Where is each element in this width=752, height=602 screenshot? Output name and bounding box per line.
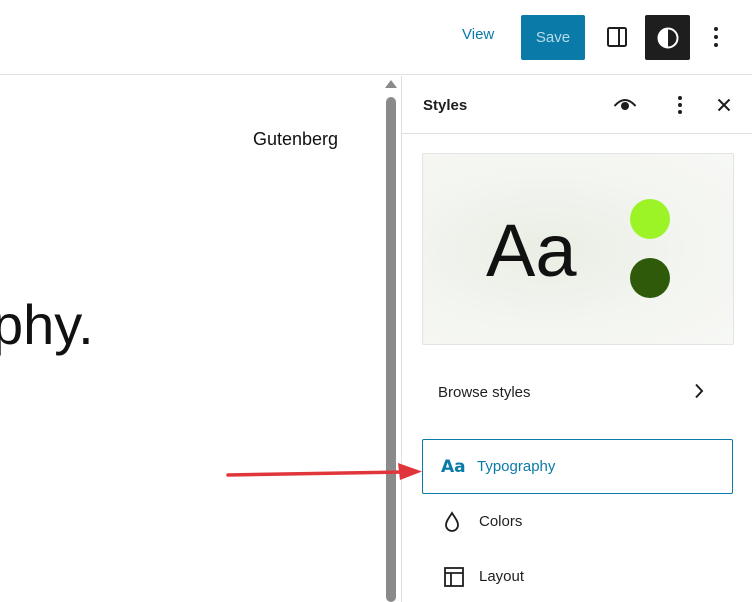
- droplet-icon: [443, 510, 479, 533]
- primary-color-swatch: [630, 199, 670, 239]
- options-button[interactable]: [703, 20, 729, 54]
- browse-styles-label: Browse styles: [438, 384, 531, 401]
- styles-toggle-button[interactable]: [645, 15, 690, 60]
- sidebar-toggle-icon: [607, 27, 627, 47]
- styles-sidebar: Styles Aa Browse styles Aa Typography Co…: [401, 76, 752, 602]
- eye-icon: [613, 99, 637, 110]
- typography-label: Typography: [477, 458, 556, 475]
- sidebar-header: Styles: [402, 76, 752, 134]
- scroll-up-arrow-icon[interactable]: [385, 80, 397, 88]
- layout-label: Layout: [479, 568, 525, 585]
- preview-sample-text: Aa: [486, 209, 577, 292]
- view-link[interactable]: View: [462, 26, 494, 43]
- scrollbar-thumb[interactable]: [386, 97, 396, 602]
- site-title[interactable]: Gutenberg: [253, 129, 338, 150]
- sidebar-options-button[interactable]: [668, 90, 692, 120]
- colors-label: Colors: [479, 513, 523, 530]
- annotation-arrow-icon: [226, 463, 422, 480]
- aa-icon: Aa: [441, 456, 466, 477]
- secondary-color-swatch: [630, 258, 670, 298]
- layout-icon: [443, 566, 479, 588]
- hero-heading-fragment[interactable]: phy.: [0, 297, 94, 353]
- half-contrast-icon: [657, 27, 678, 48]
- close-icon: [717, 98, 731, 112]
- editor-toolbar: View Save: [0, 0, 752, 75]
- style-preview[interactable]: Aa: [422, 153, 734, 345]
- typography-item[interactable]: Aa Typography: [422, 439, 733, 494]
- vertical-ellipsis-icon: [678, 96, 682, 114]
- colors-item[interactable]: Colors: [422, 494, 733, 549]
- browse-styles-item[interactable]: Browse styles: [422, 365, 733, 420]
- style-book-button[interactable]: [610, 90, 640, 120]
- sidebar-toggle-button[interactable]: [600, 20, 634, 54]
- chevron-right-icon: [695, 383, 704, 399]
- sidebar-title: Styles: [423, 97, 468, 114]
- close-sidebar-button[interactable]: [711, 90, 737, 120]
- editor-canvas[interactable]: Gutenberg phy.: [0, 76, 384, 602]
- layout-item[interactable]: Layout: [422, 549, 733, 602]
- vertical-ellipsis-icon: [714, 27, 718, 47]
- save-button[interactable]: Save: [521, 15, 585, 60]
